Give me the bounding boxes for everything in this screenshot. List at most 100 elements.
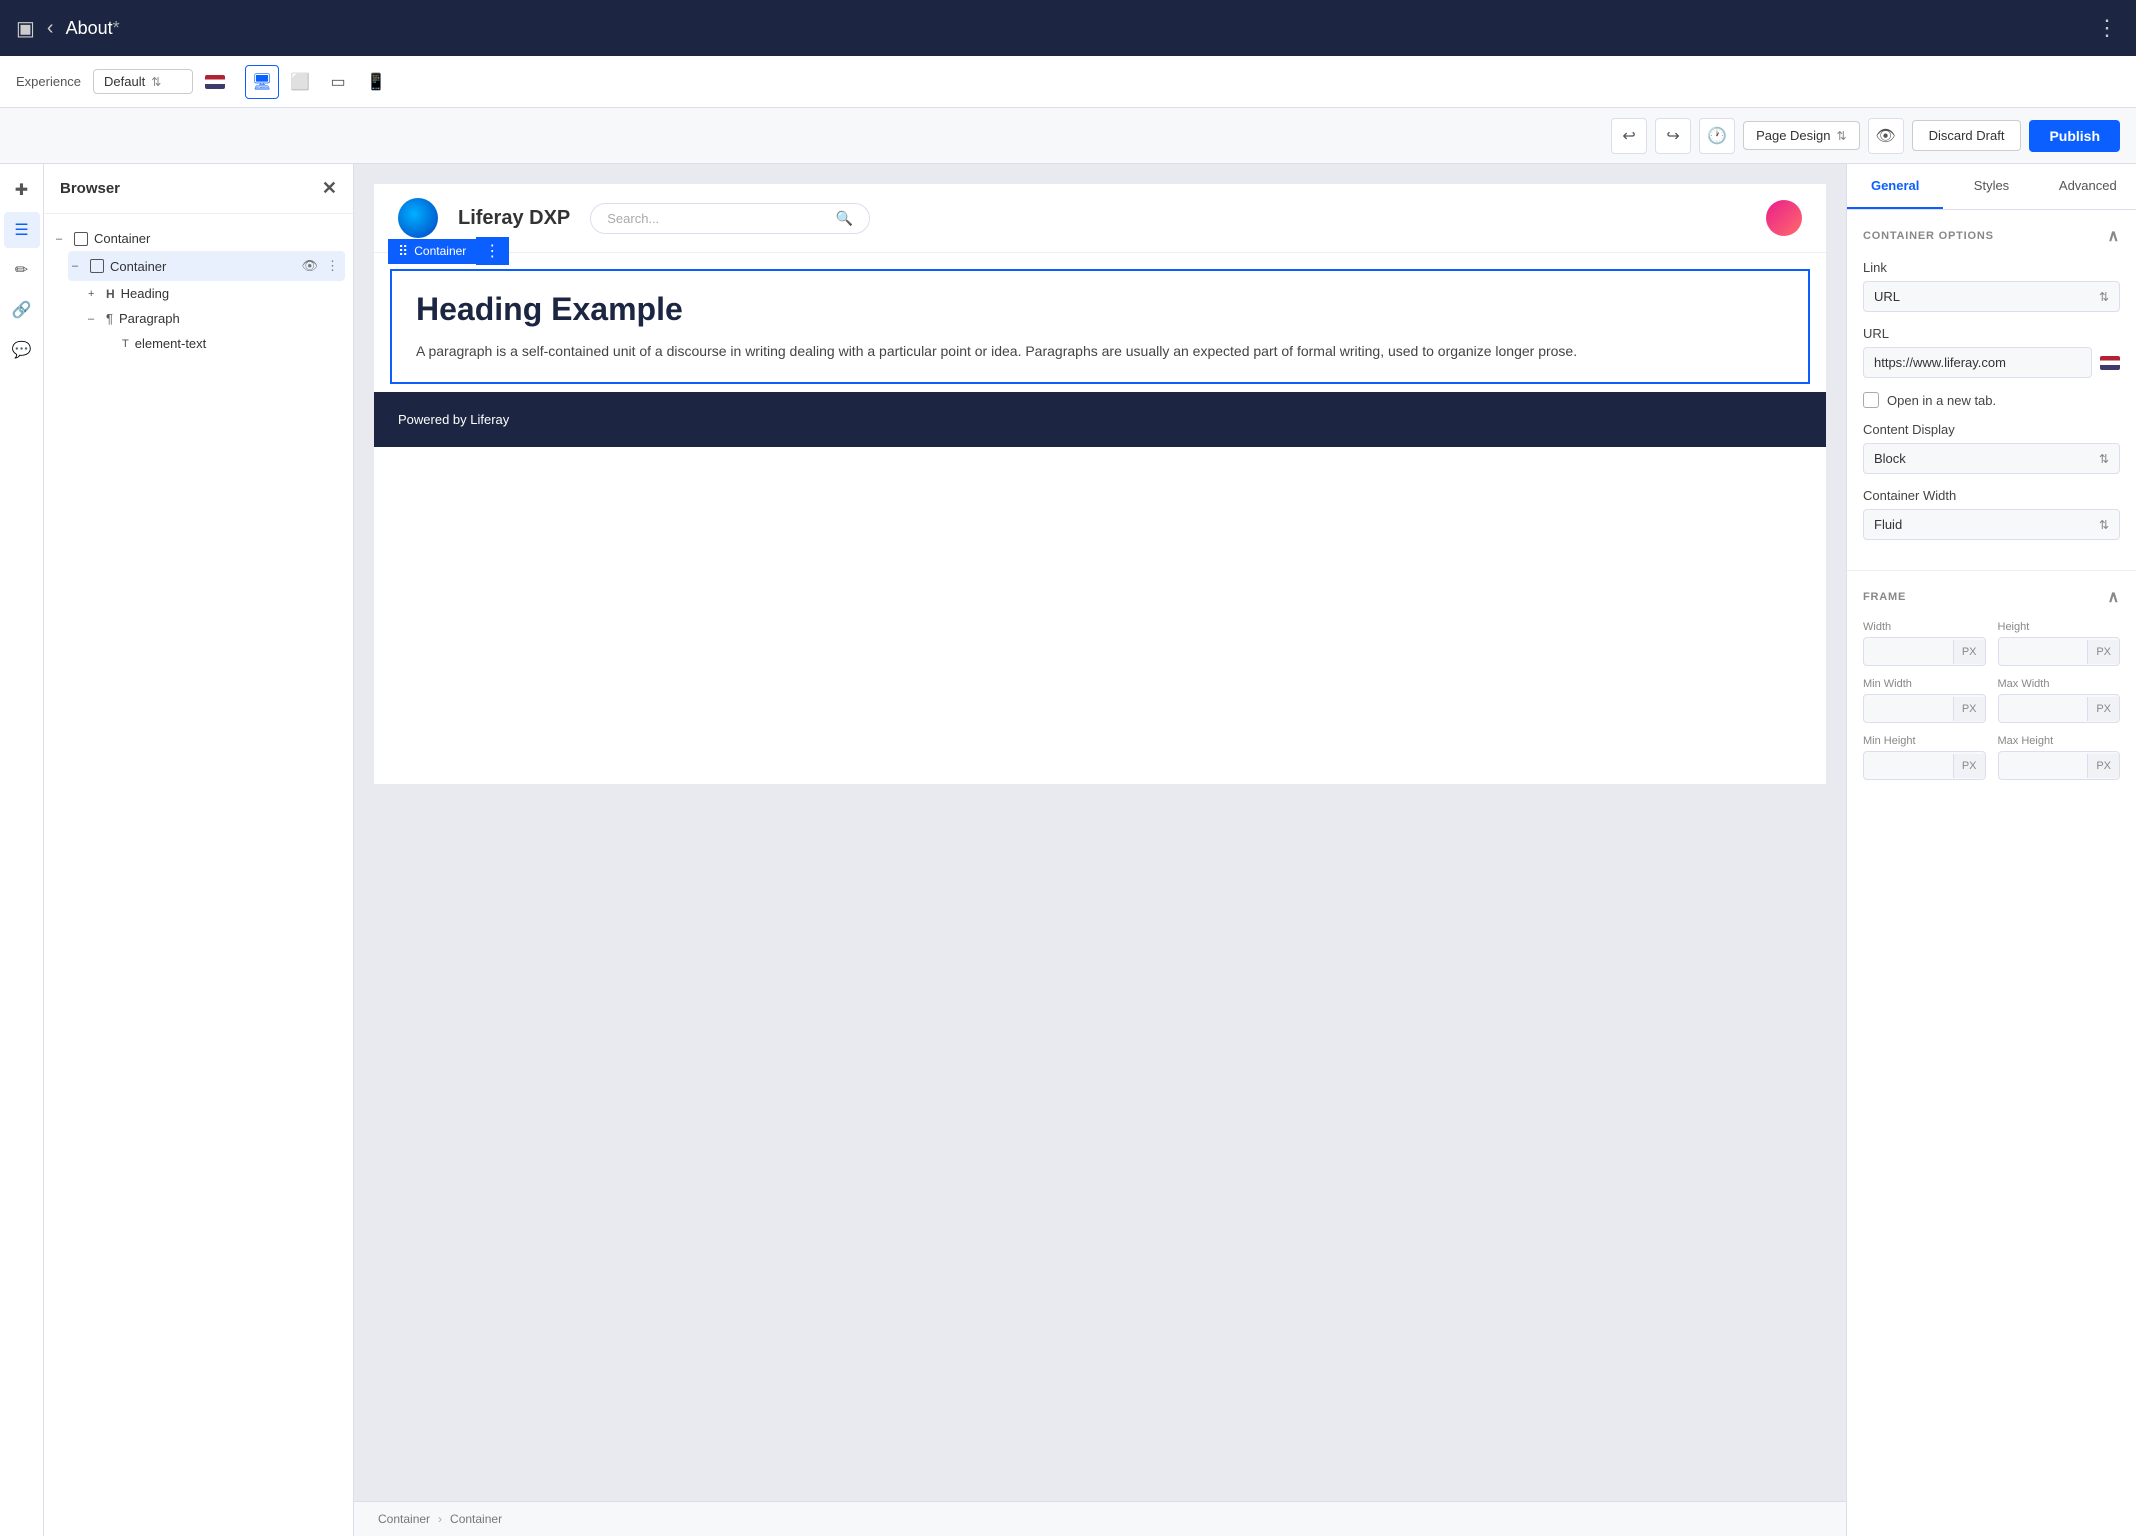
tree-toggle-paragraph[interactable]: – bbox=[88, 313, 100, 325]
desktop-device-btn[interactable]: 🖥 bbox=[245, 65, 279, 99]
container-toolbar-label: Container bbox=[414, 244, 466, 258]
link-type-select[interactable]: URL ⇅ bbox=[1863, 281, 2120, 312]
tree-item-element-text[interactable]: T element-text bbox=[100, 331, 345, 356]
width-unit: PX bbox=[1953, 640, 1985, 664]
canvas-area: Liferay DXP Search... 🔍 ⠿ Container ⋮ bbox=[354, 164, 1846, 1536]
container-options-button[interactable]: ⋮ bbox=[476, 237, 509, 265]
content-display-label: Content Display bbox=[1863, 422, 2120, 437]
breadcrumb-child[interactable]: Container bbox=[450, 1512, 502, 1526]
tree-toggle-child[interactable]: – bbox=[72, 260, 84, 272]
canvas-footer: Powered by Liferay bbox=[374, 392, 1826, 447]
tab-general[interactable]: General bbox=[1847, 164, 1943, 209]
browser-panel: Browser ✕ – Container – Container 👁 ⋮ bbox=[44, 164, 354, 1536]
url-locale-flag-icon[interactable] bbox=[2100, 356, 2120, 370]
browser-panel-header: Browser ✕ bbox=[44, 164, 353, 214]
link-field-label: Link bbox=[1863, 260, 2120, 275]
experience-value: Default bbox=[104, 74, 145, 89]
min-width-field: Min Width PX bbox=[1863, 678, 1986, 723]
width-input[interactable] bbox=[1864, 638, 1953, 665]
container-icon-child bbox=[90, 259, 104, 273]
container-width-select[interactable]: Fluid ⇅ bbox=[1863, 509, 2120, 540]
container-options-label: CONTAINER OPTIONS bbox=[1863, 230, 1994, 242]
page-canvas: Liferay DXP Search... 🔍 ⠿ Container ⋮ bbox=[374, 184, 1826, 784]
preview-button[interactable]: 👁 bbox=[1868, 118, 1904, 154]
publish-button[interactable]: Publish bbox=[2029, 120, 2120, 152]
locale-flag-icon[interactable] bbox=[205, 75, 225, 89]
browser-close-button[interactable]: ✕ bbox=[322, 178, 337, 199]
redo-button[interactable]: ↪ bbox=[1655, 118, 1691, 154]
url-field-row: https://www.liferay.com bbox=[1863, 347, 2120, 378]
canvas-heading[interactable]: Heading Example bbox=[416, 291, 1784, 328]
paragraph-type-icon: ¶ bbox=[106, 311, 113, 326]
tablet-device-btn[interactable]: ⬜ bbox=[283, 65, 317, 99]
canvas-brand-name: Liferay DXP bbox=[458, 207, 570, 230]
height-label: Height bbox=[1998, 621, 2121, 633]
url-field-label: URL bbox=[1863, 326, 2120, 341]
container-icon-root bbox=[74, 232, 88, 246]
comments-icon[interactable]: 💬 bbox=[4, 332, 40, 368]
max-height-field: Max Height PX bbox=[1998, 735, 2121, 780]
max-width-input[interactable] bbox=[1999, 695, 2088, 722]
sidebar-toggle-icon[interactable]: ▣ bbox=[16, 16, 35, 41]
tree-toggle-root[interactable]: – bbox=[56, 233, 68, 245]
min-max-width-row: Min Width PX Max Width PX bbox=[1863, 678, 2120, 723]
tree-item-paragraph[interactable]: – ¶ Paragraph bbox=[84, 306, 345, 331]
experience-select[interactable]: Default ⇅ bbox=[93, 69, 193, 94]
canvas-user-avatar[interactable] bbox=[1766, 200, 1802, 236]
browser-tree: – Container – Container 👁 ⋮ + H Heading bbox=[44, 214, 353, 1536]
page-title: About* bbox=[66, 18, 120, 39]
back-icon[interactable]: ‹ bbox=[47, 17, 54, 40]
min-width-unit: PX bbox=[1953, 697, 1985, 721]
tab-advanced[interactable]: Advanced bbox=[2040, 164, 2136, 209]
browser-icon[interactable]: ☰ bbox=[4, 212, 40, 248]
breadcrumb-root[interactable]: Container bbox=[378, 1512, 430, 1526]
wide-mobile-device-btn[interactable]: ▭ bbox=[321, 65, 355, 99]
breadcrumb: Container › Container bbox=[354, 1501, 1846, 1536]
tab-styles[interactable]: Styles bbox=[1943, 164, 2039, 209]
tree-label-heading: Heading bbox=[121, 286, 341, 301]
max-height-input[interactable] bbox=[1999, 752, 2088, 779]
container-options-collapse-btn[interactable]: ∧ bbox=[2107, 226, 2120, 246]
max-width-field: Max Width PX bbox=[1998, 678, 2121, 723]
heading-type-icon: H bbox=[106, 287, 115, 301]
open-new-tab-checkbox[interactable] bbox=[1863, 392, 1879, 408]
canvas-paragraph[interactable]: A paragraph is a self-contained unit of … bbox=[416, 340, 1784, 362]
links-icon[interactable]: 🔗 bbox=[4, 292, 40, 328]
frame-section-header: FRAME ∧ bbox=[1863, 587, 2120, 607]
max-height-input-row: PX bbox=[1998, 751, 2121, 780]
page-title-text: About bbox=[66, 18, 113, 38]
tree-item-heading[interactable]: + H Heading bbox=[84, 281, 345, 306]
frame-collapse-btn[interactable]: ∧ bbox=[2107, 587, 2120, 607]
tree-item-actions: 👁 ⋮ bbox=[299, 256, 341, 276]
tree-item-container-root[interactable]: – Container bbox=[52, 226, 345, 251]
container-drag-handle[interactable]: ⠿ Container bbox=[388, 239, 476, 264]
tree-item-container-child[interactable]: – Container 👁 ⋮ bbox=[68, 251, 345, 281]
min-height-input[interactable] bbox=[1864, 752, 1953, 779]
footer-text: Powered by Liferay bbox=[398, 412, 509, 427]
history-button[interactable]: 🕐 bbox=[1699, 118, 1735, 154]
content-display-select[interactable]: Block ⇅ bbox=[1863, 443, 2120, 474]
tree-more-button[interactable]: ⋮ bbox=[324, 256, 341, 276]
add-widget-icon[interactable]: ✚ bbox=[4, 172, 40, 208]
tree-toggle-heading[interactable]: + bbox=[88, 288, 100, 300]
link-type-value: URL bbox=[1874, 289, 1900, 304]
min-height-unit: PX bbox=[1953, 754, 1985, 778]
sidebar-icon-strip: ✚ ☰ ✏ 🔗 💬 bbox=[0, 164, 44, 1536]
discard-draft-button[interactable]: Discard Draft bbox=[1912, 120, 2022, 151]
more-options-icon[interactable]: ⋮ bbox=[2096, 15, 2120, 41]
min-width-input[interactable] bbox=[1864, 695, 1953, 722]
undo-button[interactable]: ↩ bbox=[1611, 118, 1647, 154]
page-unsaved-indicator: * bbox=[113, 18, 120, 38]
breadcrumb-separator: › bbox=[438, 1512, 442, 1526]
mobile-device-btn[interactable]: 📱 bbox=[359, 65, 393, 99]
tree-visibility-button[interactable]: 👁 bbox=[299, 256, 320, 276]
canvas-search-box[interactable]: Search... 🔍 bbox=[590, 203, 870, 234]
page-design-select[interactable]: Page Design ⇅ bbox=[1743, 121, 1860, 150]
width-label: Width bbox=[1863, 621, 1986, 633]
open-new-tab-row: Open in a new tab. bbox=[1863, 392, 2120, 408]
max-width-label: Max Width bbox=[1998, 678, 2121, 690]
url-input[interactable]: https://www.liferay.com bbox=[1863, 347, 2092, 378]
height-input[interactable] bbox=[1999, 638, 2088, 665]
container-width-value: Fluid bbox=[1874, 517, 1902, 532]
styles-icon[interactable]: ✏ bbox=[4, 252, 40, 288]
